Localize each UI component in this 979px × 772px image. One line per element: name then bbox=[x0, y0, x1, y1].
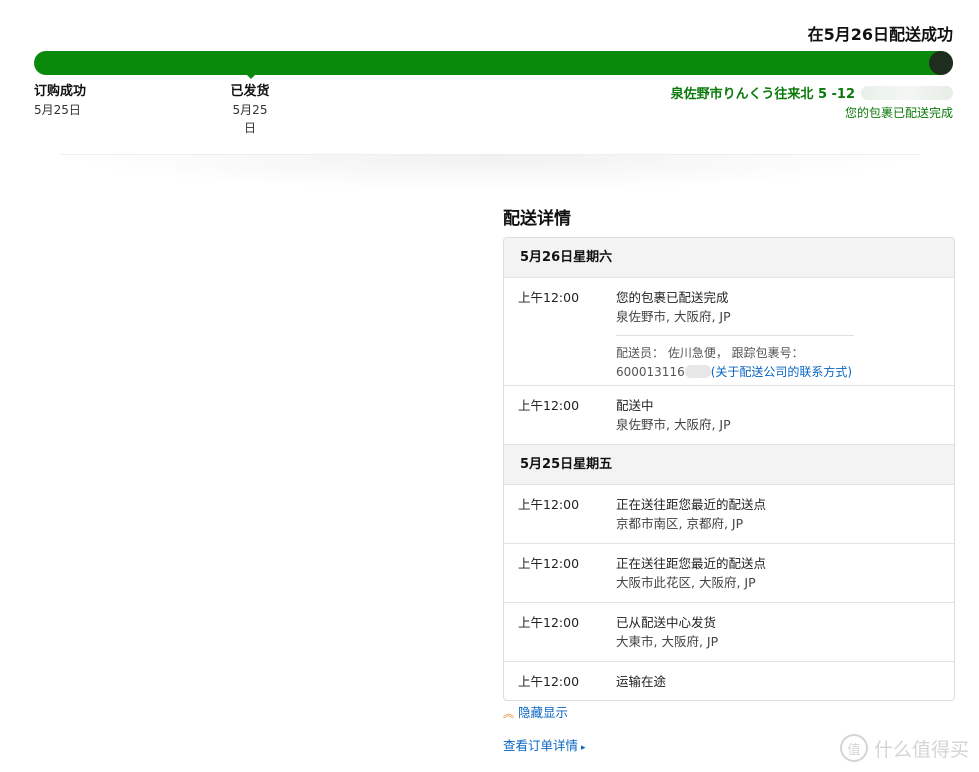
progress-end-marker bbox=[929, 51, 953, 75]
event-location: 大阪市此花区, 大阪府, JP bbox=[616, 575, 756, 590]
event-location: 泉佐野市, 大阪府, JP bbox=[616, 309, 731, 324]
milestone-label: 已发货 bbox=[230, 84, 270, 99]
event-status: 运输在途 bbox=[616, 674, 667, 689]
day-header: 5月26日星期六 bbox=[504, 238, 954, 278]
tracking-event: 上午12:00 您的包裹已配送完成 泉佐野市, 大阪府, JP 配送员： 佐川急… bbox=[504, 278, 954, 386]
event-time: 上午12:00 bbox=[518, 497, 580, 512]
carrier-contact-link[interactable]: (关于配送公司的联系方式) bbox=[711, 365, 852, 379]
event-separator bbox=[616, 335, 854, 336]
order-details-label: 查看订单详情 bbox=[503, 738, 579, 753]
event-status: 已从配送中心发货 bbox=[616, 615, 717, 630]
tracking-event: 上午12:00 运输在途 bbox=[504, 662, 954, 700]
tracking-event: 上午12:00 正在送往距您最近的配送点 京都市南区, 京都府, JP bbox=[504, 485, 954, 544]
event-location: 泉佐野市, 大阪府, JP bbox=[616, 417, 731, 432]
tracking-event: 上午12:00 已从配送中心发货 大東市, 大阪府, JP bbox=[504, 603, 954, 662]
milestone-label: 订购成功 bbox=[34, 84, 87, 99]
collapse-toggle-link[interactable]: ︽ 隐藏显示 bbox=[503, 702, 568, 721]
collapse-label: 隐藏显示 bbox=[518, 705, 569, 720]
watermark-badge: 值 bbox=[839, 734, 868, 762]
event-time: 上午12:00 bbox=[518, 556, 580, 571]
day-header: 5月25日星期五 bbox=[504, 445, 954, 485]
event-time: 上午12:00 bbox=[518, 615, 580, 630]
milestone-date: 5月25日 bbox=[232, 103, 268, 135]
double-chevron-up-icon: ︽ bbox=[503, 707, 514, 720]
event-location: 大東市, 大阪府, JP bbox=[616, 634, 719, 649]
event-status: 配送中 bbox=[616, 398, 654, 413]
delivery-progress-bar bbox=[34, 51, 953, 75]
destination-address: 泉佐野市りんくう往来北 5 -12 bbox=[670, 87, 855, 102]
event-time: 上午12:00 bbox=[518, 674, 580, 689]
event-status: 正在送往距您最近的配送点 bbox=[616, 497, 767, 512]
view-order-details-link[interactable]: 查看订单详情 ▸ bbox=[503, 735, 586, 754]
tracking-details-box: 5月26日星期六 上午12:00 您的包裹已配送完成 泉佐野市, 大阪府, JP… bbox=[503, 237, 955, 701]
redacted-tracking bbox=[684, 365, 711, 378]
event-time: 上午12:00 bbox=[518, 290, 580, 305]
milestone-date: 5月25日 bbox=[34, 103, 81, 117]
tracking-event: 上午12:00 正在送往距您最近的配送点 大阪市此花区, 大阪府, JP bbox=[504, 544, 954, 603]
milestone-ordered: 订购成功 5月25日 bbox=[34, 83, 86, 119]
triangle-right-icon: ▸ bbox=[581, 743, 586, 753]
details-heading: 配送详情 bbox=[503, 209, 571, 229]
milestone-destination: 泉佐野市りんくう往来北 5 -12 您的包裹已配送完成 bbox=[671, 83, 953, 121]
tracking-number: 600013116 bbox=[616, 365, 685, 379]
destination-status: 您的包裹已配送完成 bbox=[844, 106, 953, 120]
event-time: 上午12:00 bbox=[518, 398, 580, 413]
section-divider bbox=[60, 154, 920, 191]
event-status: 正在送往距您最近的配送点 bbox=[616, 556, 767, 571]
watermark: 值 什么值得买 bbox=[839, 734, 969, 762]
redacted-address bbox=[861, 86, 953, 100]
carrier-info: 配送员： 佐川急便， 跟踪包裹号： bbox=[616, 346, 804, 360]
tracking-event: 上午12:00 配送中 泉佐野市, 大阪府, JP bbox=[504, 386, 954, 445]
status-title: 在5月26日配送成功 bbox=[807, 25, 953, 44]
event-status: 您的包裹已配送完成 bbox=[616, 290, 729, 305]
event-location: 京都市南区, 京都府, JP bbox=[616, 516, 744, 531]
shipped-marker-icon bbox=[246, 74, 256, 79]
milestone-shipped: 已发货 5月25日 bbox=[228, 83, 272, 137]
watermark-text: 什么值得买 bbox=[873, 738, 969, 761]
